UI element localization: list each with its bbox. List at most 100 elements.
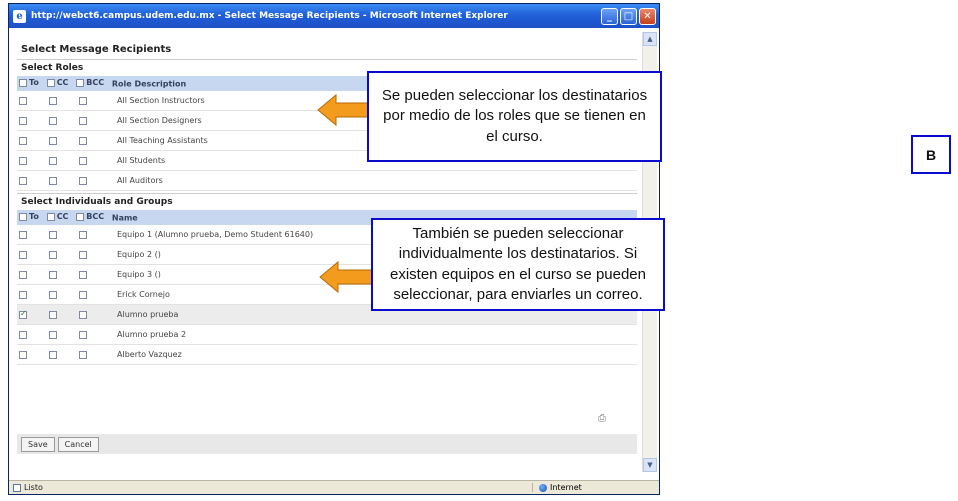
cc-checkbox[interactable] — [49, 156, 57, 165]
bcc-cell — [77, 304, 107, 325]
to-cell — [17, 150, 47, 171]
row-label: All Auditors — [107, 170, 637, 191]
cancel-button[interactable]: Cancel — [57, 436, 99, 452]
to-checkbox[interactable] — [19, 230, 27, 239]
cc-cell — [47, 170, 77, 191]
to-cell — [17, 344, 47, 365]
role-description-header: Role Description — [111, 79, 187, 89]
bcc-checkbox[interactable] — [79, 350, 87, 359]
to-checkbox[interactable] — [19, 156, 27, 165]
select-all-to-checkbox[interactable] — [19, 212, 27, 221]
table-row: Alumno prueba 2 — [17, 324, 637, 345]
cc-checkbox[interactable] — [49, 136, 57, 145]
bcc-header-label: BCC — [86, 78, 105, 88]
cc-checkbox[interactable] — [49, 250, 57, 259]
to-checkbox[interactable] — [19, 290, 27, 299]
table-row: Alberto Vazquez — [17, 344, 637, 365]
to-cell — [17, 244, 47, 265]
cc-cell — [47, 110, 77, 131]
status-bar: Listo Internet — [9, 480, 659, 494]
cc-checkbox[interactable] — [49, 116, 57, 125]
select-all-cc-checkbox[interactable] — [46, 78, 55, 87]
select-all-to-checkbox[interactable] — [19, 78, 27, 87]
cc-checkbox[interactable] — [49, 96, 57, 105]
bcc-checkbox[interactable] — [79, 290, 87, 299]
scroll-down-icon[interactable]: ▼ — [643, 458, 657, 472]
bcc-checkbox[interactable] — [79, 156, 87, 165]
roles-callout-text: Se pueden seleccionar los destinatarios … — [381, 87, 648, 145]
to-checkbox[interactable] — [19, 270, 27, 279]
to-header-label: To — [29, 212, 39, 222]
cc-checkbox[interactable] — [49, 330, 57, 339]
bcc-cell — [77, 225, 107, 245]
to-cell — [17, 91, 47, 111]
print-icon[interactable]: ⎙ — [598, 413, 606, 424]
bcc-checkbox[interactable] — [79, 230, 87, 239]
bcc-checkbox[interactable] — [79, 250, 87, 259]
to-cell — [17, 225, 47, 245]
arrow-left-icon — [319, 260, 373, 294]
cc-checkbox[interactable] — [49, 310, 57, 319]
bcc-checkbox[interactable] — [79, 176, 87, 185]
cc-cell — [47, 244, 77, 265]
name-header: Name — [111, 213, 138, 223]
cc-checkbox[interactable] — [49, 290, 57, 299]
cc-checkbox[interactable] — [49, 230, 57, 239]
cc-checkbox[interactable] — [49, 270, 57, 279]
row-label: Alumno prueba 2 — [107, 324, 637, 345]
minimize-button[interactable]: _ — [601, 7, 618, 25]
cc-cell — [47, 284, 77, 305]
individuals-section-title: Select Individuals and Groups — [17, 193, 637, 210]
cc-checkbox[interactable] — [49, 350, 57, 359]
individuals-callout: También se pueden seleccionar individual… — [371, 218, 665, 311]
section-badge: B — [911, 135, 951, 174]
to-checkbox[interactable] — [19, 176, 27, 185]
title-bar: e http://webct6.campus.udem.edu.mx - Sel… — [9, 4, 659, 28]
cc-cell — [47, 264, 77, 285]
bcc-header-label: BCC — [86, 212, 105, 222]
select-all-bcc-checkbox[interactable] — [76, 78, 85, 87]
to-checkbox[interactable] — [19, 309, 27, 319]
to-checkbox[interactable] — [19, 330, 27, 339]
cc-cell — [47, 344, 77, 365]
maximize-button[interactable]: □ — [620, 7, 637, 25]
globe-icon — [539, 483, 547, 492]
to-checkbox[interactable] — [19, 96, 27, 105]
cc-cell — [47, 304, 77, 325]
bcc-cell — [77, 284, 107, 305]
bcc-cell — [77, 91, 107, 111]
bcc-checkbox[interactable] — [79, 96, 87, 105]
page-title: Select Message Recipients — [21, 44, 172, 55]
cc-cell — [47, 130, 77, 151]
to-checkbox[interactable] — [19, 136, 27, 145]
page-icon — [13, 483, 21, 492]
bcc-checkbox[interactable] — [79, 136, 87, 145]
cc-checkbox[interactable] — [49, 176, 57, 185]
bcc-checkbox[interactable] — [79, 116, 87, 125]
bcc-cell — [77, 110, 107, 131]
select-all-bcc-checkbox[interactable] — [76, 212, 85, 221]
to-checkbox[interactable] — [19, 350, 27, 359]
to-checkbox[interactable] — [19, 116, 27, 125]
bcc-checkbox[interactable] — [79, 310, 87, 319]
cc-cell — [47, 150, 77, 171]
to-cell — [17, 324, 47, 345]
to-cell — [17, 170, 47, 191]
select-all-cc-checkbox[interactable] — [46, 212, 55, 221]
status-text: Listo — [24, 483, 43, 492]
cc-cell — [47, 324, 77, 345]
bcc-cell — [77, 130, 107, 151]
save-button[interactable]: Save — [21, 436, 55, 452]
internet-explorer-icon: e — [13, 9, 26, 23]
table-row: All Auditors — [17, 170, 637, 191]
close-button[interactable]: ✕ — [639, 7, 656, 25]
cc-cell — [47, 225, 77, 245]
scroll-up-icon[interactable]: ▲ — [643, 32, 657, 46]
bcc-cell — [77, 150, 107, 171]
button-bar: Save Cancel — [17, 434, 637, 454]
bcc-checkbox[interactable] — [79, 270, 87, 279]
cc-header-label: CC — [56, 212, 69, 222]
bcc-checkbox[interactable] — [79, 330, 87, 339]
bcc-cell — [77, 344, 107, 365]
to-checkbox[interactable] — [19, 250, 27, 259]
